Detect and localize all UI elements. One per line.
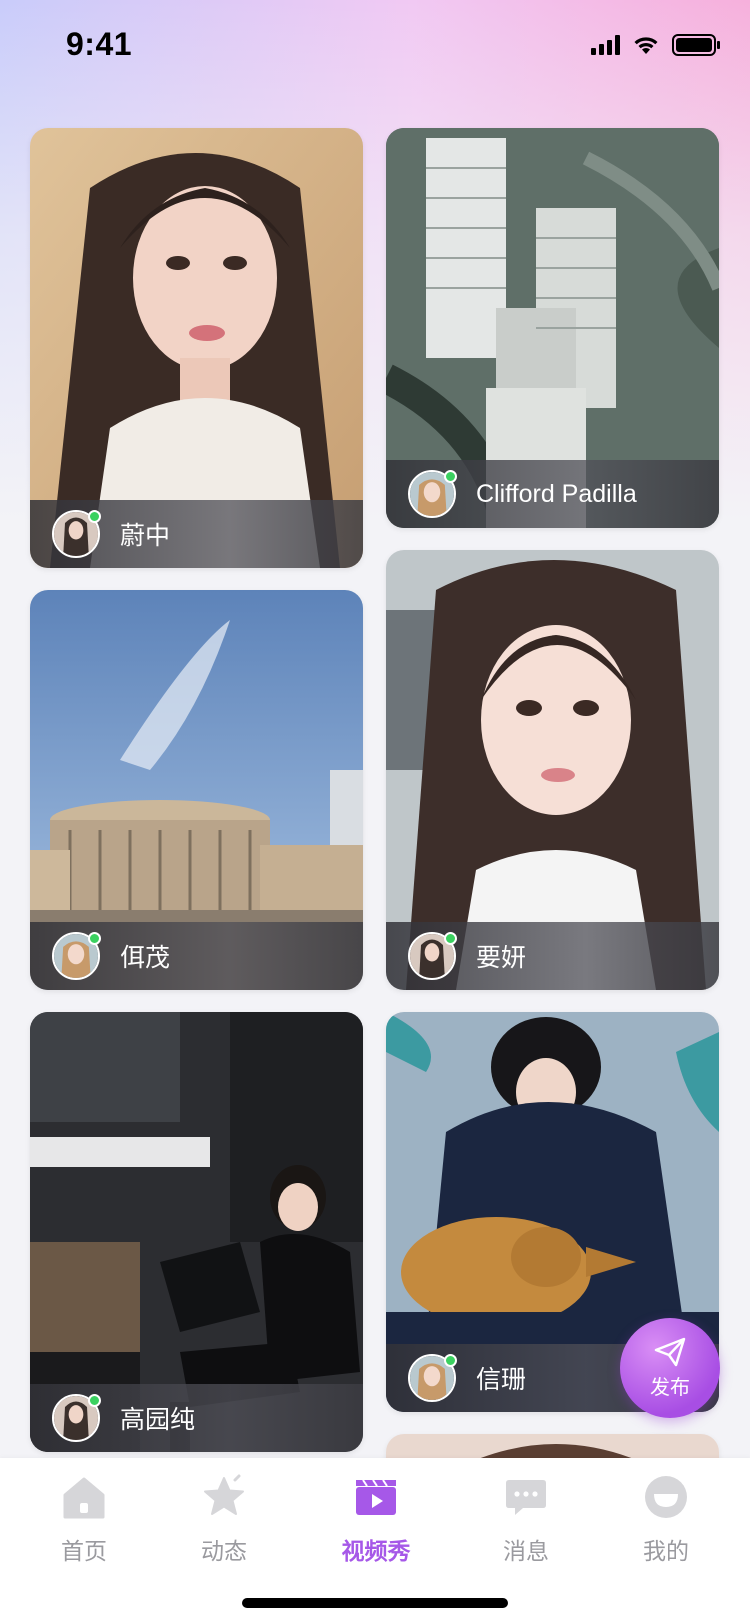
status-bar: 9:41 — [0, 0, 750, 90]
publish-label: 发布 — [650, 1376, 690, 1399]
status-icons — [591, 34, 720, 56]
tab-messages[interactable]: 消息 — [466, 1472, 586, 1566]
video-card[interactable] — [386, 1434, 719, 1458]
online-status-dot — [88, 1394, 101, 1407]
user-avatar[interactable] — [408, 932, 457, 980]
video-card[interactable]: Clifford Padilla — [386, 128, 719, 528]
cover-image — [386, 1434, 719, 1458]
home-indicator — [242, 1598, 508, 1608]
user-name: 高园纯 — [120, 1406, 196, 1434]
publish-button[interactable]: 发布 — [620, 1318, 720, 1418]
user-name: 要妍 — [476, 944, 527, 972]
online-status-dot — [88, 510, 101, 523]
user-avatar[interactable] — [52, 932, 101, 980]
tab-home[interactable]: 首页 — [24, 1472, 144, 1566]
card-footer: 高园纯 — [30, 1384, 363, 1452]
home-icon — [63, 1477, 105, 1519]
user-name: 佴茂 — [120, 944, 171, 972]
tab-label: 动态 — [201, 1538, 247, 1564]
tab-dynamic[interactable]: 动态 — [164, 1472, 284, 1566]
tab-label: 消息 — [503, 1538, 549, 1564]
video-card[interactable]: 蔚中 — [30, 128, 363, 568]
wifi-icon — [632, 35, 660, 55]
user-name: 信珊 — [476, 1366, 527, 1394]
chat-icon — [506, 1480, 546, 1515]
card-footer: 蔚中 — [30, 500, 363, 568]
user-avatar[interactable] — [52, 1394, 101, 1442]
tab-label: 视频秀 — [341, 1538, 411, 1564]
online-status-dot — [444, 470, 457, 483]
user-name: Clifford Padilla — [476, 479, 637, 508]
star-icon — [204, 1474, 244, 1515]
card-footer: Clifford Padilla — [386, 460, 719, 528]
video-feed[interactable]: 蔚中 Clifford Padilla 佴茂 要妍 高园纯 信珊 — [0, 0, 750, 1458]
tab-mine[interactable]: 我的 — [606, 1472, 726, 1566]
profile-icon — [645, 1476, 687, 1518]
video-card[interactable]: 要妍 — [386, 550, 719, 990]
online-status-dot — [88, 932, 101, 945]
cellular-signal-icon — [591, 35, 620, 55]
user-avatar[interactable] — [408, 470, 457, 518]
battery-icon — [672, 34, 720, 56]
card-footer: 佴茂 — [30, 922, 363, 990]
paper-plane-icon — [654, 1337, 686, 1366]
tab-label: 我的 — [643, 1538, 689, 1564]
status-time: 9:41 — [66, 26, 133, 62]
tab-label: 首页 — [61, 1538, 107, 1564]
user-avatar[interactable] — [408, 1354, 457, 1402]
video-icon — [356, 1479, 396, 1515]
video-card[interactable]: 高园纯 — [30, 1012, 363, 1452]
user-avatar[interactable] — [52, 510, 101, 558]
card-footer: 要妍 — [386, 922, 719, 990]
user-name: 蔚中 — [120, 522, 171, 550]
online-status-dot — [444, 932, 457, 945]
tab-video-show[interactable]: 视频秀 — [316, 1472, 436, 1566]
video-card[interactable]: 佴茂 — [30, 590, 363, 990]
online-status-dot — [444, 1354, 457, 1367]
